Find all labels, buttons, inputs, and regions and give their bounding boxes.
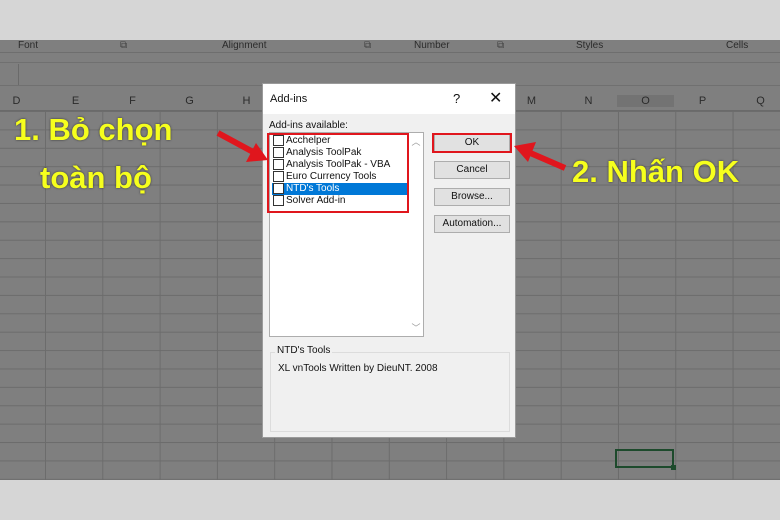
arrow-icons [216,130,567,171]
arrow-to-ok-icon [514,142,567,171]
arrow-to-list-icon [216,130,268,162]
